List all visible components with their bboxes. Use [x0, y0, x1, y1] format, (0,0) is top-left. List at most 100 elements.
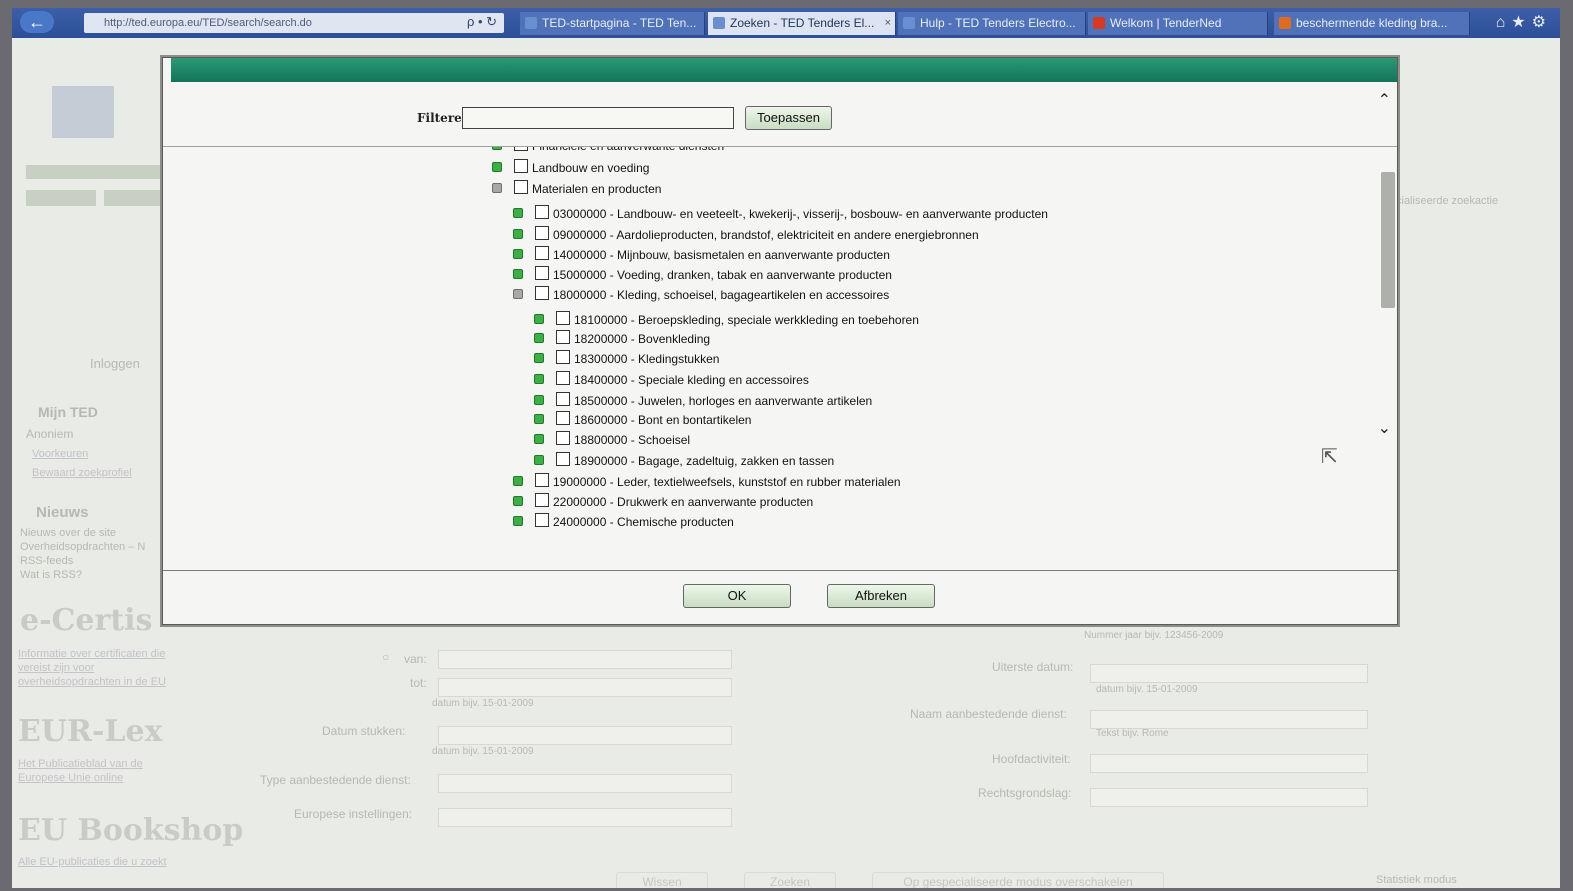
tree-item-label[interactable]: 18000000 - Kleding, schoeisel, bagageart…	[553, 285, 889, 305]
tree-item-label[interactable]: 18600000 - Bont en bontartikelen	[574, 410, 751, 430]
zoekprofiel-link[interactable]: Bewaard zoekprofiel	[32, 467, 132, 479]
tree-checkbox[interactable]	[514, 159, 528, 173]
tree-checkbox[interactable]	[535, 286, 549, 300]
eurlex-link[interactable]: Europese Unie online	[18, 772, 123, 784]
tab-close-icon[interactable]: ×	[885, 12, 891, 35]
tree-item-label[interactable]: 18400000 - Speciale kleding en accessoir…	[574, 370, 809, 390]
expand-icon[interactable]	[534, 333, 544, 343]
gespecialiseerde-tab[interactable]: cialiseerde zoekactie	[1396, 195, 1498, 207]
expand-icon[interactable]	[492, 162, 502, 172]
tree-item-label[interactable]: 22000000 - Drukwerk en aanverwante produ…	[553, 492, 813, 512]
wissen-button[interactable]: Wissen	[616, 872, 708, 888]
tree-checkbox[interactable]	[514, 180, 528, 194]
tree-checkbox[interactable]	[535, 246, 549, 260]
collapse-icon[interactable]	[513, 289, 523, 299]
tab-tenderned[interactable]: Welkom | TenderNed	[1088, 12, 1268, 35]
expand-icon[interactable]	[513, 476, 523, 486]
tot-field[interactable]	[438, 678, 732, 697]
eurlex-link[interactable]: Het Publicatieblad van de	[18, 758, 143, 770]
expand-icon[interactable]	[534, 353, 544, 363]
nieuws-item[interactable]: Nieuws over de site	[20, 527, 116, 539]
ecertis-link[interactable]: Informatie over certificaten die	[18, 648, 165, 660]
expand-icon[interactable]	[534, 414, 544, 424]
dialog-titlebar[interactable]	[171, 58, 1397, 82]
tree-checkbox[interactable]	[535, 205, 549, 219]
expand-icon[interactable]	[534, 314, 544, 324]
scroll-up-icon[interactable]: ⌃	[1378, 90, 1391, 110]
tree-checkbox[interactable]	[556, 452, 570, 466]
tree-item-label[interactable]: 15000000 - Voeding, dranken, tabak en aa…	[553, 265, 892, 285]
uiterste-datum-field[interactable]	[1090, 664, 1368, 683]
expand-icon[interactable]	[513, 269, 523, 279]
voorkeuren-link[interactable]: Voorkeuren	[32, 448, 88, 460]
expand-icon[interactable]	[534, 434, 544, 444]
home-star-gear-icon[interactable]: ⌂★⚙	[1496, 12, 1552, 32]
scroll-down-icon[interactable]: ⌄	[1378, 418, 1391, 438]
tree-checkbox[interactable]	[535, 493, 549, 507]
naam-dienst-field[interactable]	[1090, 710, 1368, 729]
filter-input[interactable]	[462, 107, 734, 129]
tree-item-label[interactable]: Materialen en producten	[532, 179, 661, 199]
tree-item-label[interactable]: 18900000 - Bagage, zadeltuig, zakken en …	[574, 451, 834, 471]
tree-checkbox[interactable]	[556, 411, 570, 425]
tree-checkbox[interactable]	[535, 513, 549, 527]
bookshop-link[interactable]: Alle EU-publicaties die u zoekt	[18, 856, 167, 868]
tree-checkbox[interactable]	[556, 431, 570, 445]
nieuws-item[interactable]: Overheidsopdrachten – N	[20, 541, 145, 553]
tree-checkbox[interactable]	[535, 473, 549, 487]
ok-button[interactable]: OK	[683, 584, 791, 608]
tree-checkbox[interactable]	[556, 330, 570, 344]
tree-item-label[interactable]: Financiële en aanverwante diensten	[532, 147, 724, 156]
expand-icon[interactable]	[534, 395, 544, 405]
tree-checkbox[interactable]	[535, 266, 549, 280]
radio-van[interactable]: ○	[382, 650, 389, 664]
login-label[interactable]: Inloggen	[90, 356, 140, 371]
apply-button[interactable]: Toepassen	[745, 106, 832, 130]
expand-icon[interactable]	[513, 516, 523, 526]
hoofdactiviteit-field[interactable]	[1090, 754, 1368, 773]
expand-icon[interactable]	[513, 496, 523, 506]
tree-checkbox[interactable]	[556, 371, 570, 385]
tree-item-label[interactable]: 14000000 - Mijnbouw, basismetalen en aan…	[553, 245, 890, 265]
tab-zoeken[interactable]: Zoeken - TED Tenders El... ×	[708, 12, 896, 35]
tree-item-label[interactable]: Landbouw en voeding	[532, 158, 649, 178]
tree-checkbox[interactable]	[556, 392, 570, 406]
tree-item-label[interactable]: 18800000 - Schoeisel	[574, 430, 690, 450]
tree-item-label[interactable]: 03000000 - Landbouw- en veeteelt-, kweke…	[553, 204, 1048, 224]
ecertis-link[interactable]: vereist zijn voor	[18, 662, 94, 674]
europese-instellingen-field[interactable]	[438, 808, 732, 827]
tree-item-label[interactable]: 19000000 - Leder, textielweefsels, kunst…	[553, 472, 901, 492]
tree-item-label[interactable]: 18300000 - Kledingstukken	[574, 349, 719, 369]
zoeken-button[interactable]: Zoeken	[744, 872, 836, 888]
back-button[interactable]: ←	[20, 11, 54, 33]
scrollbar-thumb[interactable]	[1381, 172, 1395, 308]
tree-item-label[interactable]: 24000000 - Chemische producten	[553, 512, 734, 532]
address-bar[interactable]: http://ted.europa.eu/TED/search/search.d…	[84, 13, 504, 33]
cancel-button[interactable]: Afbreken	[827, 584, 935, 608]
van-field[interactable]	[438, 650, 732, 669]
expand-icon[interactable]	[492, 147, 502, 150]
datum-stukken-field[interactable]	[438, 726, 732, 745]
rechtsgrondslag-field[interactable]	[1090, 788, 1368, 807]
rss-link[interactable]: RSS-feeds	[20, 555, 73, 567]
rss-question[interactable]: Wat is RSS?	[20, 569, 82, 581]
ecertis-link[interactable]: overheidsopdrachten in de EU	[18, 676, 166, 688]
tree-item-label[interactable]: 18100000 - Beroepskleding, speciale werk…	[574, 310, 919, 330]
collapse-icon[interactable]	[492, 183, 502, 193]
tab-hulp[interactable]: Hulp - TED Tenders Electro...	[898, 12, 1086, 35]
tree-checkbox[interactable]	[556, 311, 570, 325]
expand-icon[interactable]	[513, 229, 523, 239]
tree-item-label[interactable]: 18200000 - Bovenkleding	[574, 329, 710, 349]
tree-checkbox[interactable]	[556, 350, 570, 364]
type-dienst-field[interactable]	[438, 774, 732, 793]
tab-ted-startpagina[interactable]: TED-startpagina - TED Ten...	[520, 12, 705, 35]
gespecialiseerde-modus-button[interactable]: Op gespecialiseerde modus overschakelen	[872, 872, 1164, 888]
tree-checkbox[interactable]	[514, 147, 528, 151]
tree-checkbox[interactable]	[535, 226, 549, 240]
expand-icon[interactable]	[513, 249, 523, 259]
tab-beschermende-kleding[interactable]: beschermende kleding bra...	[1274, 12, 1470, 35]
expand-icon[interactable]	[513, 208, 523, 218]
expand-icon[interactable]	[534, 374, 544, 384]
address-controls[interactable]: ρ • ↻	[467, 14, 497, 30]
expand-icon[interactable]	[534, 455, 544, 465]
